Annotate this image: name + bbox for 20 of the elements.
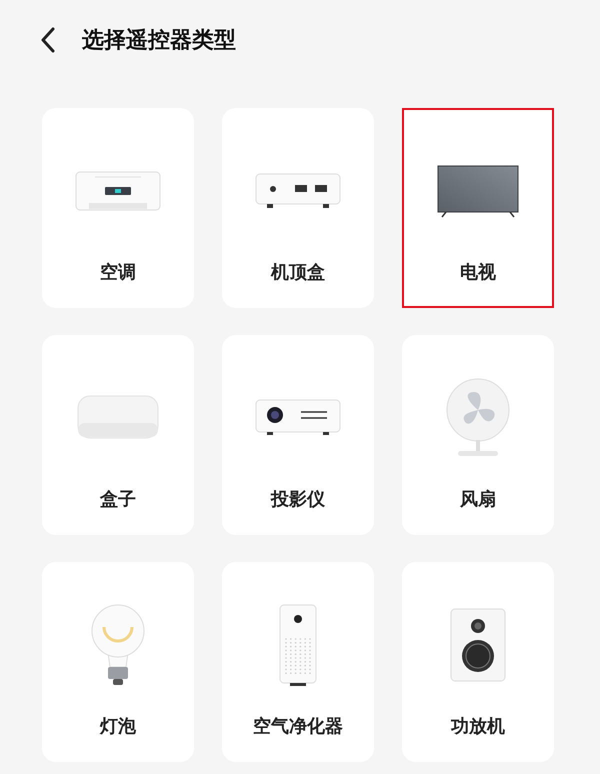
device-card[interactable]: 盒子 [42, 335, 194, 535]
television-icon [436, 164, 520, 218]
light-bulb-icon [90, 603, 146, 687]
fan-icon [444, 378, 512, 458]
set-top-box-icon [255, 173, 341, 209]
device-card[interactable]: 机顶盒 [222, 108, 374, 308]
air-purifier-icon [278, 603, 318, 687]
device-card[interactable]: 空气净化器 [222, 562, 374, 762]
projector-icon [255, 399, 341, 437]
device-card[interactable]: 功放机 [402, 562, 554, 762]
device-card[interactable]: 投影仪 [222, 335, 374, 535]
device-card[interactable]: 电视 [402, 108, 554, 308]
page-title: 选择遥控器类型 [82, 27, 236, 55]
air-conditioner-icon [75, 171, 161, 211]
back-icon [40, 27, 56, 53]
device-card[interactable]: 风扇 [402, 335, 554, 535]
speaker-icon [450, 608, 506, 682]
device-card[interactable]: 空调 [42, 108, 194, 308]
device-card[interactable]: 灯泡 [42, 562, 194, 762]
media-box-icon [77, 395, 159, 441]
